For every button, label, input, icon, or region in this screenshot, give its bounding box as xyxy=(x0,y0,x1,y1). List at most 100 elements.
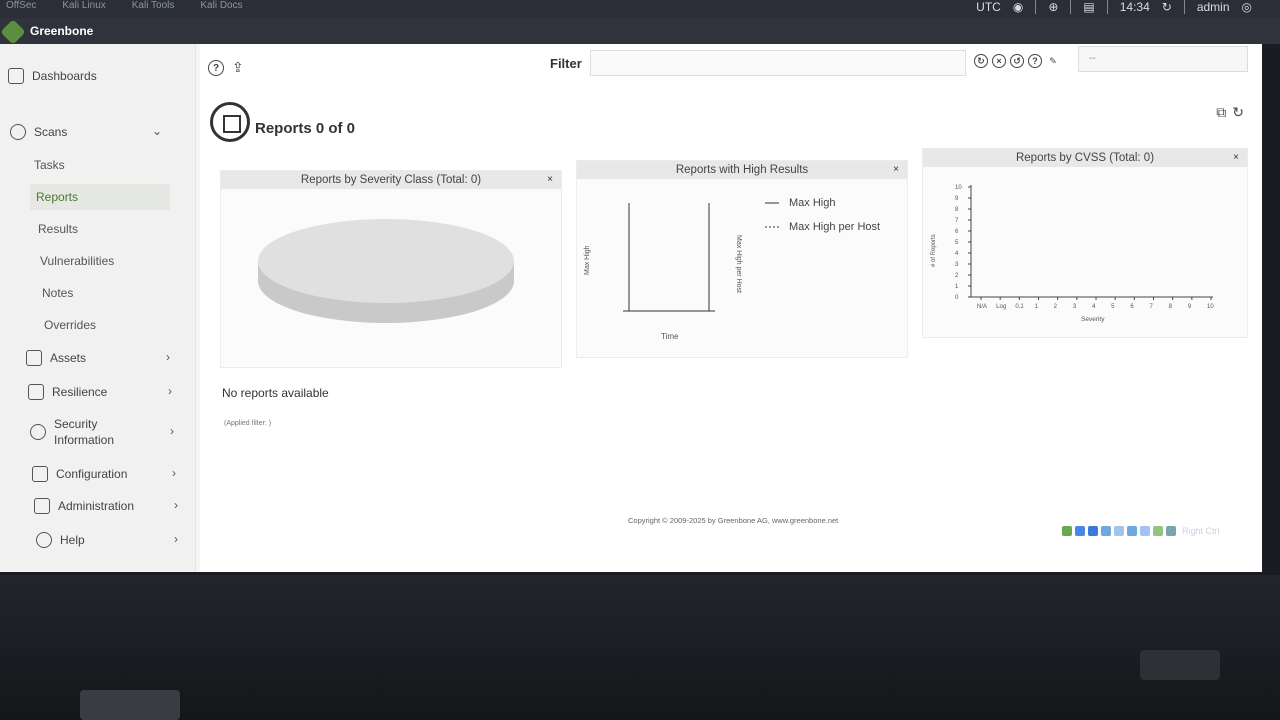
sidebar: Dashboards Scans ⌄ Tasks Reports Results… xyxy=(0,44,196,572)
x-label: Time xyxy=(661,332,679,341)
refresh-icon[interactable]: ↻ xyxy=(974,54,988,68)
sidebar-item-results[interactable]: Results xyxy=(38,222,78,236)
legend-max-high: Max High xyxy=(789,197,835,209)
sidebar-item-administration[interactable]: Administration › xyxy=(34,498,178,514)
timezone-label[interactable]: UTC xyxy=(976,0,1001,14)
upload-icon[interactable]: ⇪ xyxy=(232,60,244,76)
chevron-down-icon: ⌄ xyxy=(152,124,163,138)
display-icon[interactable] xyxy=(1140,526,1150,536)
dashboard-actions: ⧉ ↻ xyxy=(1216,104,1244,121)
topbar-status: UTC ◉ ⊕ ▤ 14:34 ↻ admin ◎ xyxy=(976,0,1252,14)
legend-max-high-per-host: Max High per Host xyxy=(789,221,880,233)
chevron-right-icon: › xyxy=(174,532,178,546)
x-tick-label: 3 xyxy=(1073,304,1077,310)
bookmark-kali-docs[interactable]: Kali Docs xyxy=(200,0,242,11)
capture-icon[interactable] xyxy=(1153,526,1163,536)
close-icon[interactable]: × xyxy=(547,171,553,189)
x-label: Severity xyxy=(1081,316,1105,323)
language-icon[interactable]: ⊕ xyxy=(1048,0,1058,14)
close-icon[interactable]: × xyxy=(1233,149,1239,167)
x-tick-label: N/A xyxy=(977,304,987,310)
user-name[interactable]: admin xyxy=(1197,0,1230,14)
panel-title: Reports with High Results xyxy=(675,164,809,176)
y-tick-label: 7 xyxy=(955,218,959,224)
x-tick-label: Log xyxy=(996,304,1006,310)
document-check-icon xyxy=(28,384,44,400)
sliders-icon xyxy=(34,498,50,514)
sidebar-item-dashboards[interactable]: Dashboards xyxy=(8,68,97,84)
applied-filter-text: (Applied filter: ) xyxy=(224,420,272,427)
usb-icon[interactable] xyxy=(1114,526,1124,536)
help-icon[interactable]: ? xyxy=(1028,54,1042,68)
sidebar-item-resilience[interactable]: Resilience › xyxy=(28,384,172,400)
page-title: Reports 0 of 0 xyxy=(255,120,356,137)
bookmark-kali-tools[interactable]: Kali Tools xyxy=(132,0,175,11)
sidebar-item-scans[interactable]: Scans ⌄ xyxy=(10,124,162,140)
y-tick-label: 2 xyxy=(955,273,959,279)
reset-icon[interactable]: ↺ xyxy=(1010,54,1024,68)
new-window-icon[interactable]: ⧉ xyxy=(1216,104,1226,121)
network-icon[interactable] xyxy=(1101,526,1111,536)
sidebar-item-label: Configuration xyxy=(56,467,128,481)
sidebar-item-vulnerabilities[interactable]: Vulnerabilities xyxy=(40,254,114,268)
panel-title: Reports by CVSS (Total: 0) xyxy=(1015,152,1155,164)
laptop-hinge xyxy=(80,690,180,720)
cvss-chart: # of Reports Severity 109876543210N/A Log… xyxy=(931,185,1214,323)
filter-input[interactable] xyxy=(590,50,966,76)
edit-icon[interactable]: ✎ xyxy=(1046,54,1060,68)
x-tick-label: 1 xyxy=(1035,304,1039,310)
filter-actions: ↻ × ↺ ? ✎ xyxy=(974,54,1060,68)
sidebar-item-tasks[interactable]: Tasks xyxy=(34,158,65,172)
bookmark-offsec[interactable]: OffSec xyxy=(6,0,36,11)
y-tick-label: 6 xyxy=(955,229,959,235)
user-icon[interactable]: ◎ xyxy=(1242,0,1252,14)
panel-header: Reports with High Results × xyxy=(577,161,907,179)
bookmark-kali-linux[interactable]: Kali Linux xyxy=(62,0,105,11)
laptop-bezel xyxy=(0,575,1280,720)
sidebar-item-help[interactable]: Help › xyxy=(36,532,178,548)
cvss-panel: Reports by CVSS (Total: 0) × # of Report… xyxy=(922,148,1248,338)
vm-status-tray: Right Ctrl xyxy=(1062,526,1220,536)
host-key-label: Right Ctrl xyxy=(1182,526,1220,536)
y-tick-label: 9 xyxy=(955,196,959,202)
sidebar-item-configuration[interactable]: Configuration › xyxy=(32,466,176,482)
chevron-right-icon: › xyxy=(168,384,172,398)
close-icon[interactable]: × xyxy=(893,161,899,179)
audio-icon[interactable] xyxy=(1088,526,1098,536)
high-results-chart: Max High Max High per Host Time Max High… xyxy=(584,197,880,341)
system-topbar: OffSec Kali Linux Kali Tools Kali Docs U… xyxy=(0,0,1280,18)
y-label: # of Reports xyxy=(931,234,937,267)
greenbone-logo-icon[interactable] xyxy=(0,19,26,45)
sidebar-item-security-information[interactable]: Security Information › xyxy=(30,416,180,448)
divider xyxy=(1070,0,1072,14)
help-icon[interactable]: ? xyxy=(208,60,224,76)
x-tick-label: 4 xyxy=(1092,304,1096,310)
optical-icon[interactable] xyxy=(1075,526,1085,536)
clock-time: 14:34 xyxy=(1119,0,1150,14)
help-icon xyxy=(36,532,52,548)
x-tick-label: 2 xyxy=(1054,304,1058,310)
copyright-text[interactable]: Copyright © 2009-2025 by Greenbone AG, w… xyxy=(628,516,838,525)
sidebar-item-label: Resilience xyxy=(52,385,108,399)
sidebar-item-assets[interactable]: Assets › xyxy=(26,350,170,366)
chevron-right-icon: › xyxy=(170,424,174,438)
reload-icon[interactable]: ↻ xyxy=(1232,104,1244,121)
sidebar-item-label: Scans xyxy=(34,125,68,139)
clipboard-icon[interactable]: ▤ xyxy=(1083,0,1094,14)
refresh-icon[interactable]: ↻ xyxy=(1162,0,1172,14)
app-title[interactable]: Greenbone xyxy=(30,24,93,38)
sidebar-item-reports[interactable]: Reports xyxy=(30,184,170,210)
sidebar-item-overrides[interactable]: Overrides xyxy=(44,318,96,332)
mouse-icon[interactable] xyxy=(1166,526,1176,536)
shared-folder-icon[interactable] xyxy=(1127,526,1137,536)
y-tick-label: 0 xyxy=(955,295,959,301)
clear-icon[interactable]: × xyxy=(992,54,1006,68)
x-tick-label: 0.1 xyxy=(1015,304,1024,310)
report-icon xyxy=(210,102,250,142)
disk-icon[interactable] xyxy=(1062,526,1072,536)
x-tick-label: 7 xyxy=(1150,304,1154,310)
filter-select[interactable]: -- xyxy=(1078,46,1248,72)
sidebar-item-notes[interactable]: Notes xyxy=(42,286,73,300)
eye-icon xyxy=(30,424,46,440)
divider xyxy=(1183,0,1185,14)
